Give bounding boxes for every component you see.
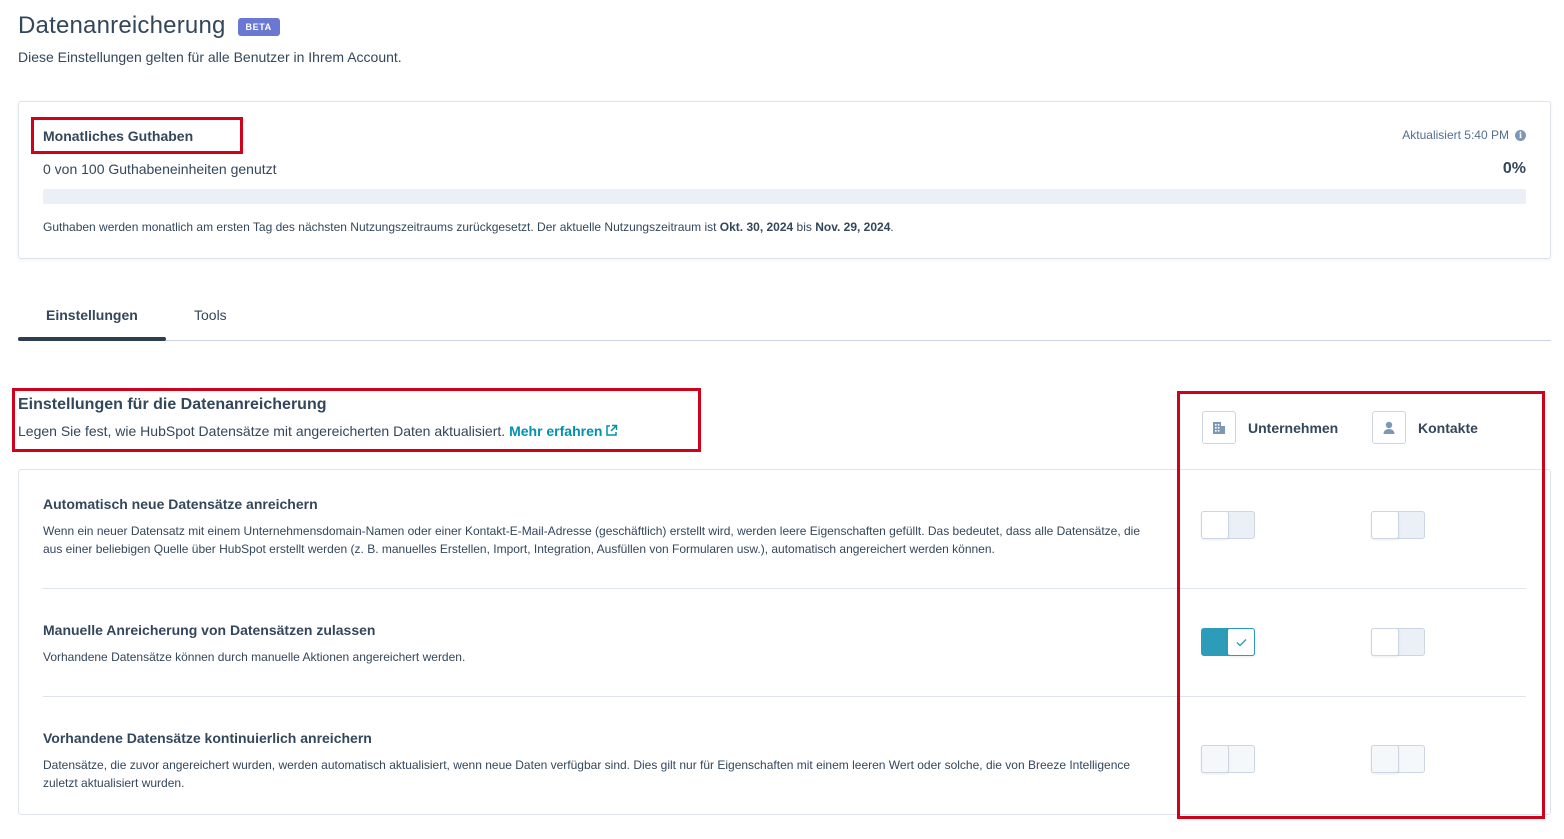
credits-note-between: bis: [793, 220, 816, 234]
toggle-manual-enrich-companies[interactable]: [1201, 628, 1255, 656]
toggle-knob: [1371, 628, 1399, 656]
toggle-continuous-enrich-contacts[interactable]: [1371, 745, 1425, 773]
toggle-knob: [1371, 511, 1399, 539]
column-header-companies: Unternehmen: [1202, 411, 1338, 444]
row-divider: [43, 696, 1526, 697]
row-description: Datensätze, die zuvor angereichert wurde…: [43, 758, 1131, 790]
page-header: Datenanreicherung BETA: [18, 12, 280, 40]
credits-updated: Aktualisiert 5:40 PM i: [1402, 128, 1526, 142]
column-header-contacts: Kontakte: [1372, 411, 1478, 444]
monthly-credits-card: Monatliches Guthaben Aktualisiert 5:40 P…: [18, 101, 1551, 259]
credits-progress-bar: [43, 189, 1526, 204]
check-icon: [1236, 638, 1246, 646]
settings-section-description: Legen Sie fest, wie HubSpot Datensätze m…: [18, 423, 618, 439]
column-label-contacts: Kontakte: [1418, 419, 1478, 436]
credits-percent: 0%: [1502, 160, 1526, 177]
row-title: Manuelle Anreicherung von Datensätzen zu…: [43, 622, 376, 638]
external-link-icon: [606, 424, 618, 436]
settings-section-title: Einstellungen für die Datenanreicherung: [18, 396, 327, 413]
row-description: Wenn ein neuer Datensatz mit einem Unter…: [43, 524, 1141, 556]
credits-note-suffix: .: [890, 220, 894, 234]
row-description: Vorhandene Datensätze können durch manue…: [43, 650, 466, 664]
page-title: Datenanreicherung: [18, 12, 226, 39]
learn-more-label: Mehr erfahren: [509, 423, 603, 439]
credits-used-text: 0 von 100 Guthabeneinheiten genutzt: [43, 161, 277, 177]
tab-settings[interactable]: Einstellungen: [46, 307, 138, 323]
credits-title: Monatliches Guthaben: [43, 128, 194, 144]
active-tab-indicator: [18, 337, 166, 341]
tab-bar: Einstellungen Tools: [18, 295, 1551, 341]
toggle-knob: [1227, 628, 1255, 656]
toggle-knob: [1371, 745, 1399, 773]
credits-updated-text: Aktualisiert 5:40 PM: [1402, 128, 1509, 142]
person-icon: [1372, 411, 1406, 444]
info-icon[interactable]: i: [1515, 129, 1526, 141]
settings-row-continuous-enrich: Vorhandene Datensätze kontinuierlich anr…: [43, 730, 1526, 792]
column-label-companies: Unternehmen: [1248, 419, 1339, 436]
toggle-continuous-enrich-companies[interactable]: [1201, 745, 1255, 773]
page-subtitle: Diese Einstellungen gelten für alle Benu…: [18, 49, 402, 65]
settings-row-auto-enrich: Automatisch neue Datensätze anreichern W…: [43, 496, 1526, 558]
tab-tools[interactable]: Tools: [194, 307, 227, 323]
row-divider: [43, 588, 1526, 589]
toggle-auto-enrich-companies[interactable]: [1201, 511, 1255, 539]
toggle-knob: [1201, 511, 1229, 539]
beta-badge: BETA: [237, 18, 280, 36]
learn-more-link[interactable]: Mehr erfahren: [509, 423, 618, 439]
toggle-knob: [1201, 745, 1229, 773]
credits-period-end: Nov. 29, 2024: [815, 220, 891, 234]
settings-table: Automatisch neue Datensätze anreichern W…: [18, 469, 1551, 815]
settings-row-manual-enrich: Manuelle Anreicherung von Datensätzen zu…: [43, 622, 1526, 666]
building-icon: [1202, 411, 1236, 444]
toggle-auto-enrich-contacts[interactable]: [1371, 511, 1425, 539]
row-title: Automatisch neue Datensätze anreichern: [43, 496, 318, 512]
settings-description-text: Legen Sie fest, wie HubSpot Datensätze m…: [18, 423, 506, 439]
credits-reset-note: Guthaben werden monatlich am ersten Tag …: [43, 220, 894, 234]
credits-note-prefix: Guthaben werden monatlich am ersten Tag …: [43, 220, 720, 234]
row-title: Vorhandene Datensätze kontinuierlich anr…: [43, 730, 372, 746]
credits-period-start: Okt. 30, 2024: [719, 220, 794, 234]
toggle-manual-enrich-contacts[interactable]: [1371, 628, 1425, 656]
